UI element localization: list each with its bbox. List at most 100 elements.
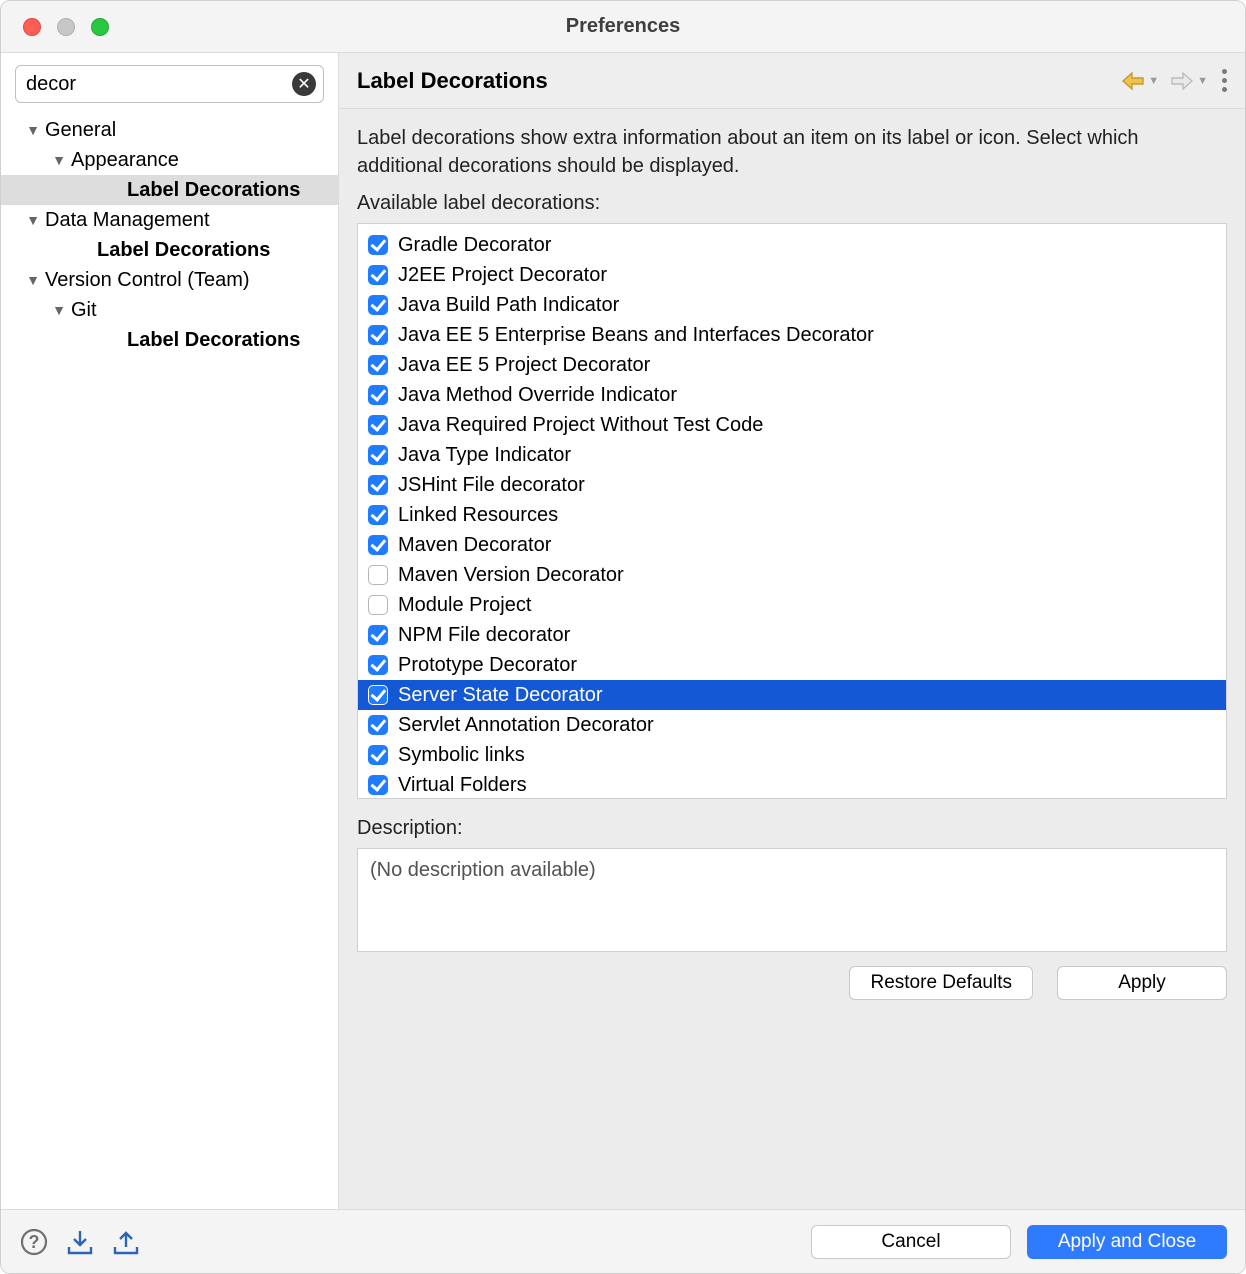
list-item-label: Prototype Decorator bbox=[398, 654, 577, 677]
list-item-label: Linked Resources bbox=[398, 504, 558, 527]
arrow-left-icon bbox=[1120, 70, 1146, 92]
tree-item[interactable]: ▼Git bbox=[1, 295, 338, 325]
tree-item[interactable]: Label Decorations bbox=[1, 235, 338, 265]
list-item-label: Java Type Indicator bbox=[398, 444, 571, 467]
zoom-window-button[interactable] bbox=[91, 18, 109, 36]
preferences-tree[interactable]: ▼General▼AppearanceLabel Decorations▼Dat… bbox=[1, 111, 338, 363]
list-item[interactable]: Java Required Project Without Test Code bbox=[358, 410, 1226, 440]
description-text: (No description available) bbox=[370, 859, 596, 881]
list-item-label: JSHint File decorator bbox=[398, 474, 585, 497]
list-item[interactable]: Virtual Folders bbox=[358, 770, 1226, 799]
forward-button[interactable]: ▼ bbox=[1169, 70, 1208, 92]
checkbox[interactable] bbox=[368, 265, 388, 285]
list-item[interactable]: Java EE 5 Enterprise Beans and Interface… bbox=[358, 320, 1226, 350]
cancel-button[interactable]: Cancel bbox=[811, 1225, 1011, 1259]
list-item-label: Java Build Path Indicator bbox=[398, 294, 619, 317]
checkbox[interactable] bbox=[368, 565, 388, 585]
help-icon[interactable]: ? bbox=[19, 1227, 49, 1257]
export-preferences-icon[interactable] bbox=[111, 1227, 141, 1257]
list-item[interactable]: Server State Decorator bbox=[358, 680, 1226, 710]
page-intro: Label decorations show extra information… bbox=[357, 125, 1227, 180]
tree-item[interactable]: ▼Data Management bbox=[1, 205, 338, 235]
checkbox[interactable] bbox=[368, 745, 388, 765]
checkbox[interactable] bbox=[368, 295, 388, 315]
restore-defaults-button[interactable]: Restore Defaults bbox=[849, 966, 1033, 1000]
available-label: Available label decorations: bbox=[357, 192, 1227, 215]
checkbox[interactable] bbox=[368, 445, 388, 465]
checkbox[interactable] bbox=[368, 355, 388, 375]
chevron-down-icon[interactable]: ▼ bbox=[49, 302, 69, 318]
tree-item[interactable]: ▼General bbox=[1, 115, 338, 145]
checkbox[interactable] bbox=[368, 415, 388, 435]
checkbox[interactable] bbox=[368, 685, 388, 705]
checkbox[interactable] bbox=[368, 715, 388, 735]
page-title: Label Decorations bbox=[357, 68, 1120, 94]
list-item[interactable]: Java Build Path Indicator bbox=[358, 290, 1226, 320]
list-item[interactable]: Java EE 5 Project Decorator bbox=[358, 350, 1226, 380]
checkbox[interactable] bbox=[368, 775, 388, 795]
list-item[interactable]: Java Type Indicator bbox=[358, 440, 1226, 470]
checkbox[interactable] bbox=[368, 625, 388, 645]
window-title: Preferences bbox=[566, 15, 681, 38]
apply-button[interactable]: Apply bbox=[1057, 966, 1227, 1000]
checkbox[interactable] bbox=[368, 595, 388, 615]
list-item[interactable]: Linked Resources bbox=[358, 500, 1226, 530]
checkbox[interactable] bbox=[368, 655, 388, 675]
tree-item-label: Appearance bbox=[69, 149, 179, 172]
checkbox[interactable] bbox=[368, 535, 388, 555]
tree-item-label: General bbox=[43, 119, 116, 142]
minimize-window-button[interactable] bbox=[57, 18, 75, 36]
checkbox[interactable] bbox=[368, 385, 388, 405]
tree-item[interactable]: Label Decorations bbox=[1, 175, 338, 205]
tree-item-label: Label Decorations bbox=[95, 239, 270, 262]
list-item[interactable]: Maven Version Decorator bbox=[358, 560, 1226, 590]
chevron-down-icon[interactable]: ▼ bbox=[23, 272, 43, 288]
back-button[interactable]: ▼ bbox=[1120, 70, 1159, 92]
tree-item-label: Data Management bbox=[43, 209, 210, 232]
decorations-list[interactable]: Gradle Decorator J2EE Project Decorator Ja… bbox=[357, 223, 1227, 799]
description-box: (No description available) bbox=[357, 848, 1227, 952]
list-item[interactable]: J2EE Project Decorator bbox=[358, 260, 1226, 290]
list-item[interactable]: Gradle Decorator bbox=[358, 230, 1226, 260]
tree-item[interactable]: Label Decorations bbox=[1, 325, 338, 355]
arrow-right-icon bbox=[1169, 70, 1195, 92]
checkbox[interactable] bbox=[368, 235, 388, 255]
tree-item-label: Label Decorations bbox=[125, 329, 300, 352]
list-item-label: Symbolic links bbox=[398, 744, 525, 767]
chevron-down-icon[interactable]: ▼ bbox=[23, 212, 43, 228]
tree-item-label: Version Control (Team) bbox=[43, 269, 250, 292]
list-item[interactable]: Servlet Annotation Decorator bbox=[358, 710, 1226, 740]
list-item[interactable]: Prototype Decorator bbox=[358, 650, 1226, 680]
list-item[interactable]: Module Project bbox=[358, 590, 1226, 620]
list-item-label: Maven Decorator bbox=[398, 534, 551, 557]
titlebar: Preferences bbox=[1, 1, 1245, 53]
search-field-wrap: ✕ bbox=[15, 65, 324, 103]
list-item-label: Gradle Decorator bbox=[398, 234, 551, 257]
footer: ? Cancel Apply and Close bbox=[1, 1209, 1245, 1273]
tree-item[interactable]: ▼Version Control (Team) bbox=[1, 265, 338, 295]
search-input[interactable] bbox=[15, 65, 324, 103]
list-item-label: Servlet Annotation Decorator bbox=[398, 714, 654, 737]
view-menu-icon[interactable] bbox=[1218, 69, 1231, 92]
import-preferences-icon[interactable] bbox=[65, 1227, 95, 1257]
checkbox[interactable] bbox=[368, 325, 388, 345]
list-item[interactable]: NPM File decorator bbox=[358, 620, 1226, 650]
checkbox[interactable] bbox=[368, 505, 388, 525]
list-item[interactable]: JSHint File decorator bbox=[358, 470, 1226, 500]
clear-search-icon[interactable]: ✕ bbox=[292, 72, 316, 96]
list-item-label: Java EE 5 Enterprise Beans and Interface… bbox=[398, 324, 874, 347]
list-item-label: Server State Decorator bbox=[398, 684, 603, 707]
apply-and-close-button[interactable]: Apply and Close bbox=[1027, 1225, 1227, 1259]
list-item-label: J2EE Project Decorator bbox=[398, 264, 607, 287]
close-window-button[interactable] bbox=[23, 18, 41, 36]
list-item[interactable]: Java Method Override Indicator bbox=[358, 380, 1226, 410]
chevron-down-icon[interactable]: ▼ bbox=[23, 122, 43, 138]
list-item[interactable]: Maven Decorator bbox=[358, 530, 1226, 560]
tree-item-label: Label Decorations bbox=[125, 179, 300, 202]
list-item-label: Virtual Folders bbox=[398, 774, 527, 797]
list-item[interactable]: Symbolic links bbox=[358, 740, 1226, 770]
tree-item-label: Git bbox=[69, 299, 97, 322]
checkbox[interactable] bbox=[368, 475, 388, 495]
chevron-down-icon[interactable]: ▼ bbox=[49, 152, 69, 168]
tree-item[interactable]: ▼Appearance bbox=[1, 145, 338, 175]
